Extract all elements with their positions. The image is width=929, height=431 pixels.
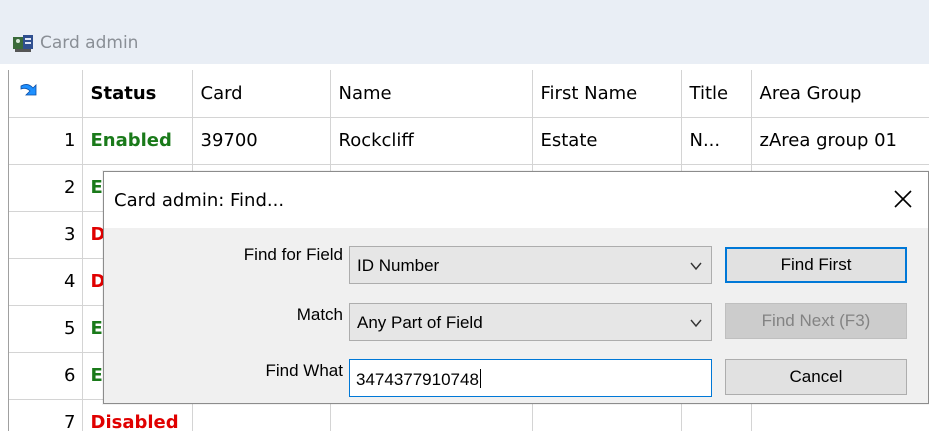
column-header-status[interactable]: Status [82,70,193,118]
find-what-input[interactable]: 3474377910748 [349,359,712,397]
card-admin-icon [13,35,33,52]
find-dialog: Card admin: Find... Find for Field ID Nu… [103,171,929,404]
row-number: 7 [9,399,83,431]
first-name-cell: Estate [532,117,682,165]
column-header-first-name[interactable]: First Name [532,70,682,118]
row-number: 1 [9,117,83,165]
status-cell: Enabled [82,117,193,165]
card-cell: 39700 [192,117,331,165]
name-cell: Rockcliff [330,117,533,165]
row-number: 4 [9,258,83,306]
match-value: Any Part of Field [357,313,483,332]
sort-arrow-icon[interactable] [9,70,83,118]
find-first-button[interactable]: Find First [725,247,907,283]
match-select[interactable]: Any Part of Field [349,303,712,341]
column-header-area-group[interactable]: Area Group [751,70,929,118]
title-cell: N... [681,117,752,165]
find-for-field-label: Find for Field [243,245,343,264]
table-row[interactable]: 1 Enabled 39700 Rockcliff Estate N... zA… [9,117,929,165]
column-header-title[interactable]: Title [681,70,752,118]
row-number: 5 [9,305,83,353]
find-what-label: Find What [265,361,343,380]
chevron-down-icon [690,319,702,328]
column-header-name[interactable]: Name [330,70,533,118]
text-caret [479,369,481,388]
row-number: 3 [9,211,83,259]
find-for-field-select[interactable]: ID Number [349,246,712,284]
cancel-button[interactable]: Cancel [725,359,907,395]
row-number: 2 [9,164,83,212]
match-label: Match [296,305,343,324]
find-for-field-value: ID Number [357,256,440,275]
close-icon[interactable] [892,188,914,210]
column-header-card[interactable]: Card [192,70,331,118]
window-title: Card admin [40,33,139,53]
find-what-value: 3474377910748 [356,370,479,389]
dialog-title: Card admin: Find... [114,190,285,211]
chevron-down-icon [690,262,702,271]
window-titlebar: Card admin [0,0,929,64]
area-group-cell: zArea group 01 [751,117,929,165]
find-next-button[interactable]: Find Next (F3) [725,303,907,339]
row-number: 6 [9,352,83,400]
dialog-titlebar: Card admin: Find... [104,172,928,228]
